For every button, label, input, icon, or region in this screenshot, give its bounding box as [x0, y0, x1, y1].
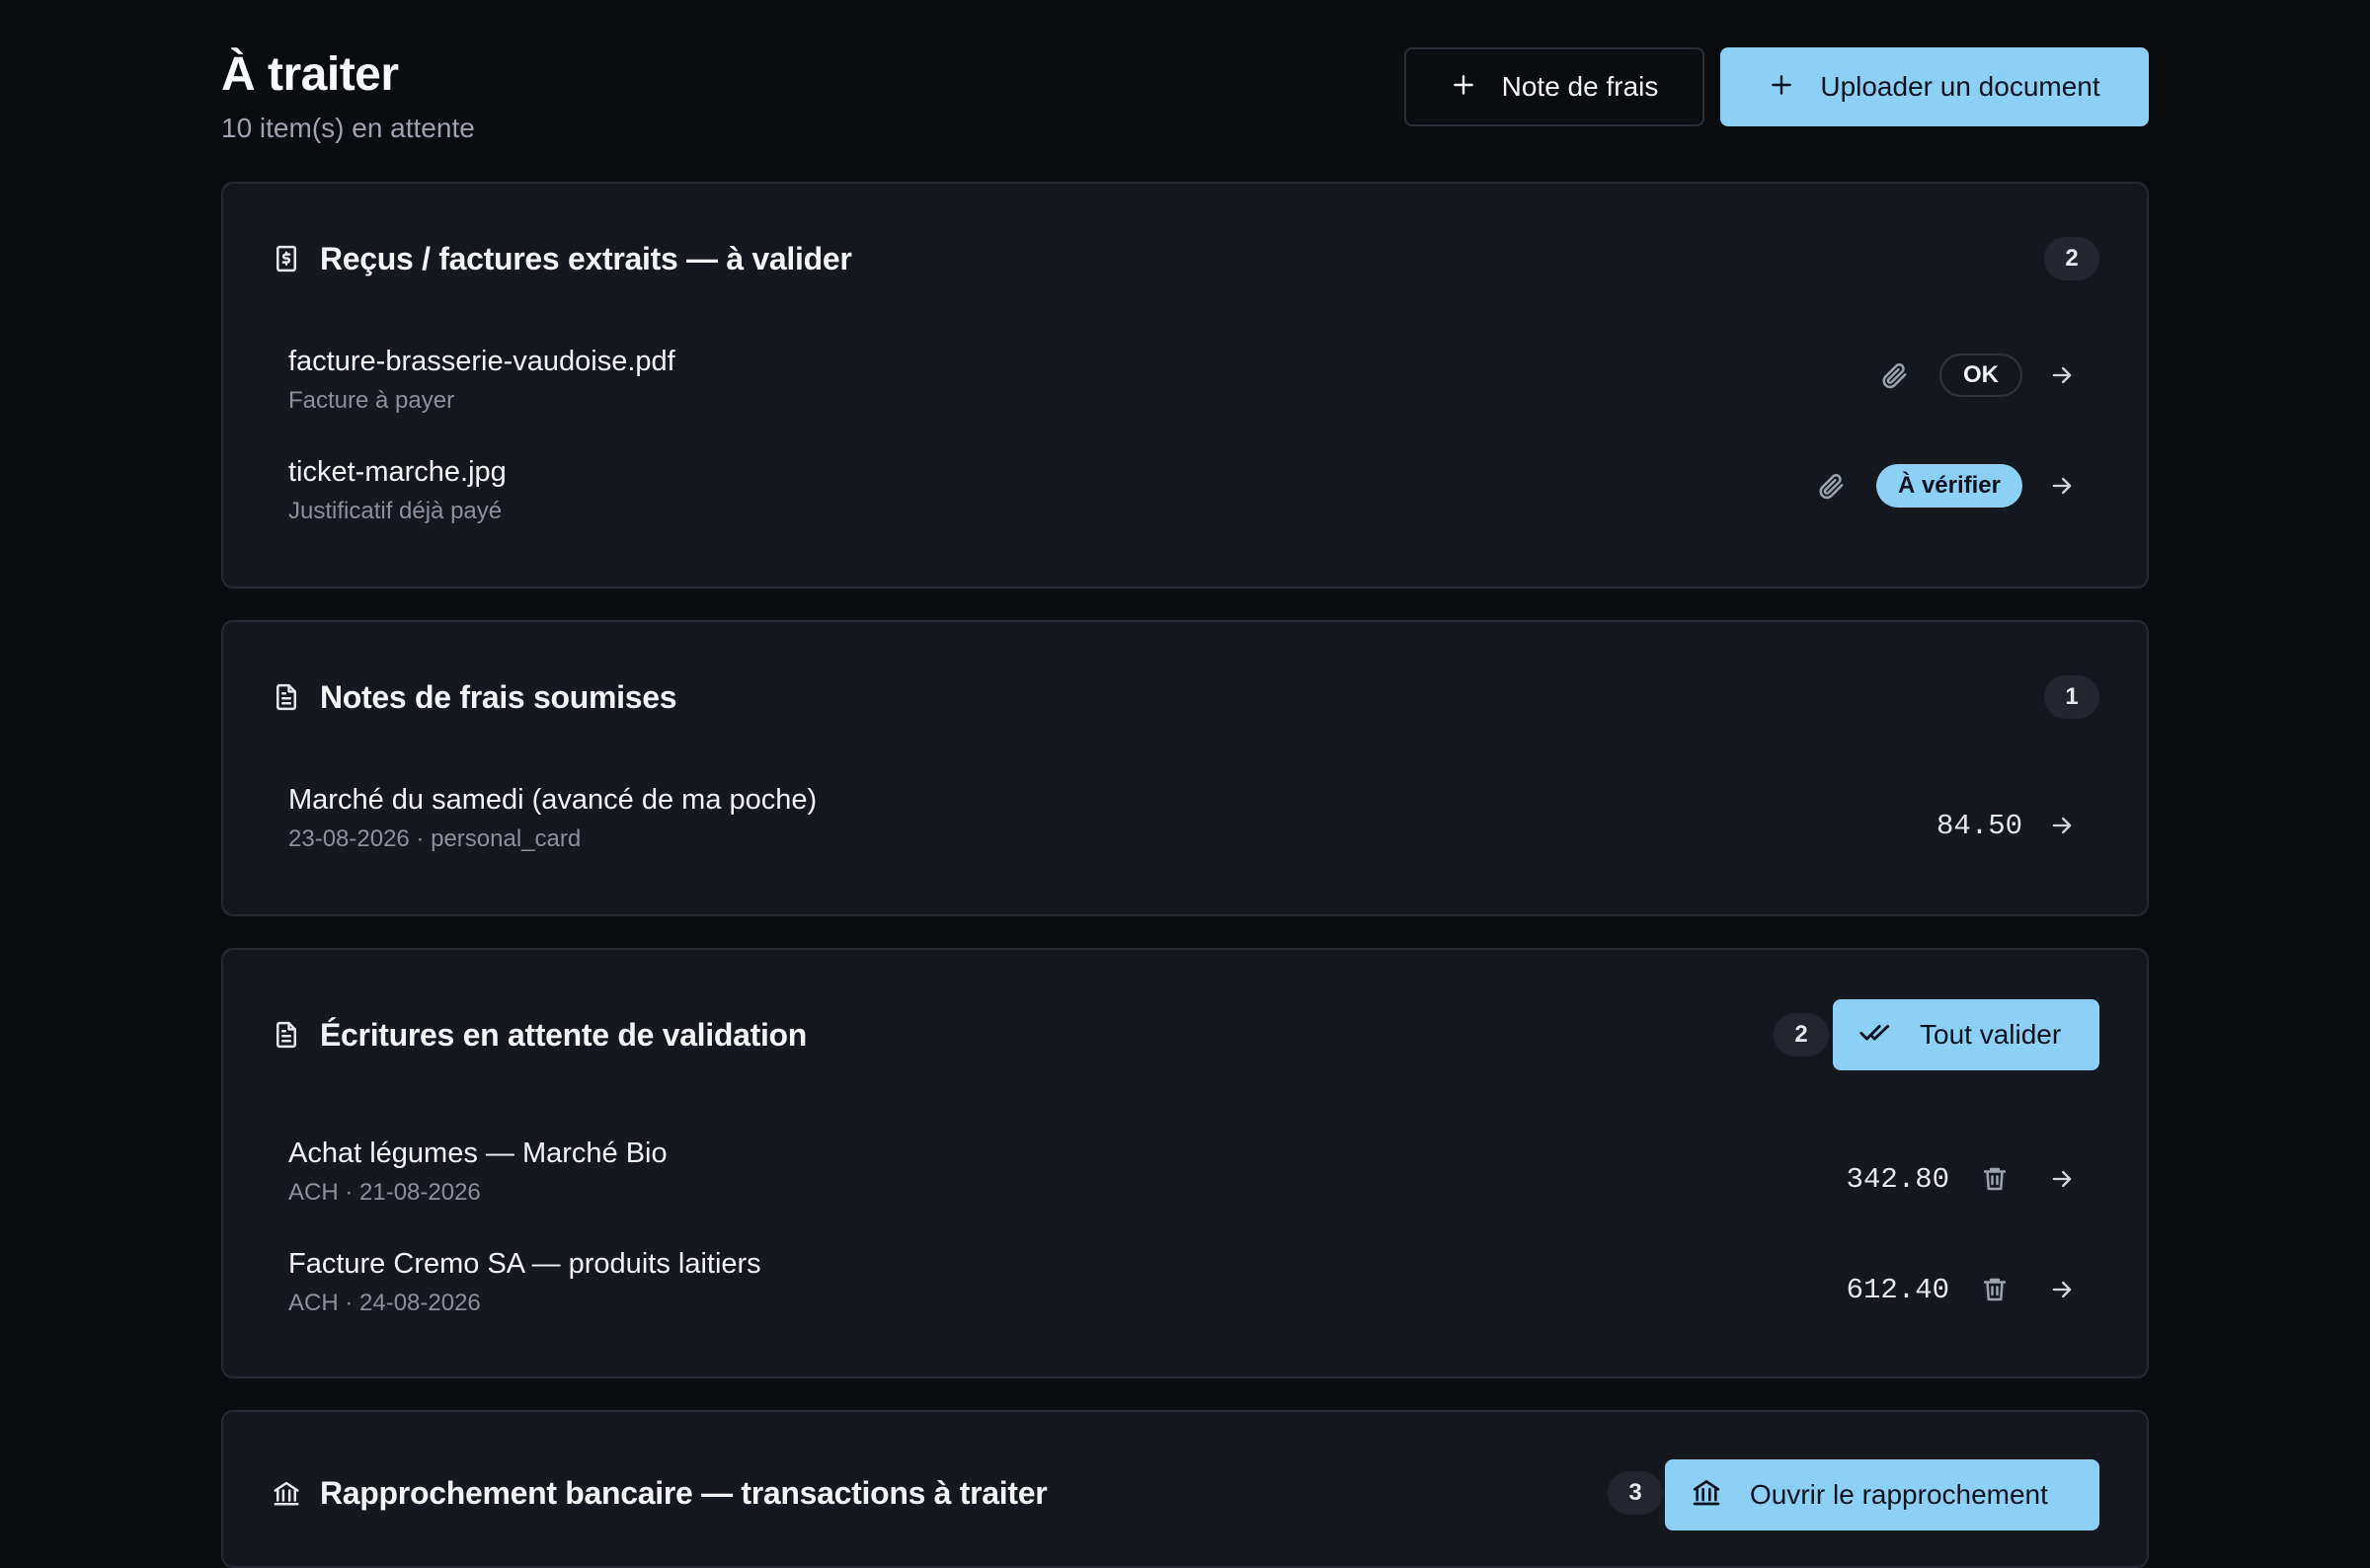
expense-note-title: Marché du samedi (avancé de ma poche)	[288, 784, 818, 816]
bank-reconciliation-card: Rapprochement bancaire — transactions à …	[221, 1410, 2149, 1568]
trash-icon[interactable]	[1971, 1155, 2018, 1203]
expense-notes-card: Notes de frais soumises 1 Marché du same…	[221, 620, 2149, 916]
receipts-card-header: Reçus / factures extraits — à valider	[271, 239, 852, 278]
receipts-card-title: Reçus / factures extraits — à valider	[320, 240, 852, 276]
trash-icon[interactable]	[1971, 1266, 2018, 1313]
validate-all-button[interactable]: Tout valider	[1833, 999, 2099, 1070]
arrow-right-icon[interactable]	[2038, 802, 2086, 849]
table-row[interactable]: Achat légumes — Marché Bio ACH · 21-08-2…	[288, 1136, 2086, 1215]
upload-document-button[interactable]: Uploader un document	[1720, 47, 2149, 126]
validate-all-label: Tout valider	[1920, 1019, 2062, 1050]
entry-amount: 342.80	[1846, 1162, 1949, 1196]
page-header: À traiter 10 item(s) en attente Note de …	[221, 43, 2149, 152]
status-badge: OK	[1939, 353, 2022, 397]
row-actions: À vérifier	[1807, 462, 2086, 510]
expense-notes-count-badge: 1	[2044, 675, 2099, 719]
document-type: Facture à payer	[288, 387, 455, 414]
plus-icon	[1769, 65, 1794, 105]
paperclip-icon[interactable]	[1807, 462, 1855, 510]
list-item[interactable]: Marché du samedi (avancé de ma poche) 23…	[288, 782, 2086, 861]
document-type: Justificatif déjà payé	[288, 498, 503, 524]
bank-icon	[1691, 1476, 1722, 1515]
arrow-right-icon[interactable]	[2038, 462, 2086, 510]
paperclip-icon[interactable]	[1870, 352, 1918, 399]
document-name: ticket-marche.jpg	[288, 456, 507, 488]
arrow-right-icon[interactable]	[2038, 1155, 2086, 1203]
receipts-card: Reçus / factures extraits — à valider 2 …	[221, 182, 2149, 588]
upload-document-label: Uploader un document	[1820, 71, 2100, 102]
document-icon	[271, 1019, 302, 1051]
row-actions: 342.80	[1847, 1155, 2086, 1203]
bank-reconciliation-card-title: Rapprochement bancaire — transactions à …	[320, 1474, 1048, 1511]
plus-icon	[1451, 65, 1476, 105]
page: À traiter 10 item(s) en attente Note de …	[221, 0, 2149, 1568]
row-actions: 84.50	[1936, 802, 2086, 849]
status-badge: À vérifier	[1875, 464, 2022, 508]
bank-reconciliation-card-header: Rapprochement bancaire — transactions à …	[271, 1473, 1048, 1513]
entry-title: Facture Cremo SA — produits laitiers	[288, 1248, 761, 1280]
pending-entries-card-header: Écritures en attente de validation	[271, 1015, 807, 1055]
list-item[interactable]: facture-brasserie-vaudoise.pdf Facture à…	[288, 344, 2086, 423]
receipt-icon	[271, 243, 302, 274]
open-reconciliation-label: Ouvrir le rapprochement	[1750, 1479, 2048, 1510]
document-icon	[271, 681, 302, 713]
new-expense-note-label: Note de frais	[1501, 71, 1659, 102]
document-name: facture-brasserie-vaudoise.pdf	[288, 346, 675, 377]
open-reconciliation-button[interactable]: Ouvrir le rapprochement	[1665, 1459, 2099, 1530]
table-row[interactable]: Facture Cremo SA — produits laitiers ACH…	[288, 1246, 2086, 1325]
entry-title: Achat légumes — Marché Bio	[288, 1137, 668, 1169]
row-actions: 612.40	[1847, 1266, 2086, 1313]
double-check-icon	[1858, 1015, 1892, 1056]
page-title: À traiter	[221, 48, 399, 101]
page-subtitle: 10 item(s) en attente	[221, 113, 475, 143]
entry-amount: 612.40	[1846, 1273, 1949, 1306]
list-item[interactable]: ticket-marche.jpg Justificatif déjà payé…	[288, 454, 2086, 533]
expense-notes-card-header: Notes de frais soumises	[271, 677, 677, 717]
pending-entries-card: Écritures en attente de validation 2 Tou…	[221, 948, 2149, 1378]
entry-meta: ACH · 24-08-2026	[288, 1290, 481, 1316]
receipts-count-badge: 2	[2044, 237, 2099, 280]
row-actions: OK	[1870, 352, 2086, 399]
arrow-right-icon[interactable]	[2038, 352, 2086, 399]
bank-count-badge: 3	[1608, 1471, 1663, 1515]
entry-meta: ACH · 21-08-2026	[288, 1179, 481, 1206]
pending-entries-card-title: Écritures en attente de validation	[320, 1016, 808, 1053]
bank-icon	[271, 1477, 302, 1509]
expense-note-meta: 23-08-2026 · personal_card	[288, 825, 582, 852]
expense-amount: 84.50	[1936, 809, 2022, 842]
pending-entries-count-badge: 2	[1774, 1013, 1829, 1057]
new-expense-note-button[interactable]: Note de frais	[1404, 47, 1704, 126]
arrow-right-icon[interactable]	[2038, 1266, 2086, 1313]
expense-notes-card-title: Notes de frais soumises	[320, 678, 677, 715]
